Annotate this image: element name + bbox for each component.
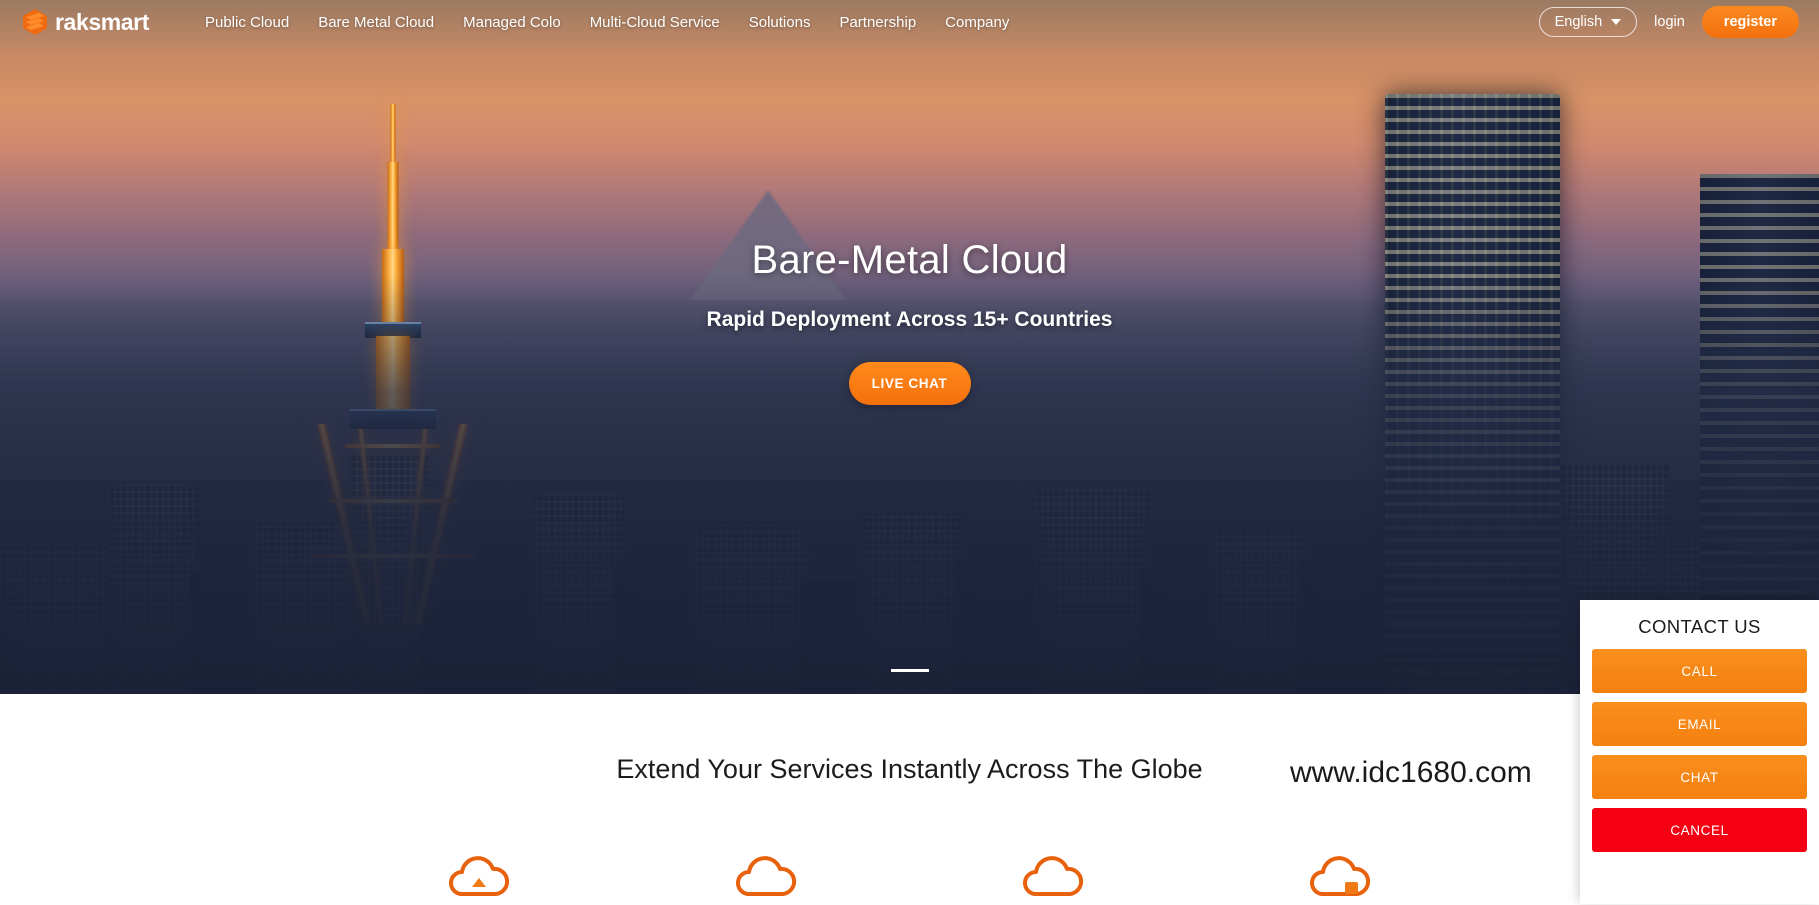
primary-nav: Public Cloud Bare Metal Cloud Managed Co… [205, 14, 1009, 31]
login-link[interactable]: login [1654, 14, 1685, 30]
carousel-indicators[interactable] [890, 669, 929, 672]
register-button[interactable]: register [1701, 6, 1799, 38]
contact-chat-button[interactable]: CHAT [1592, 755, 1807, 799]
top-navigation-bar: raksmart Public Cloud Bare Metal Cloud M… [0, 0, 1819, 44]
contact-email-button[interactable]: EMAIL [1592, 702, 1807, 746]
cloud-icon [1022, 854, 1084, 900]
nav-item-bare-metal-cloud[interactable]: Bare Metal Cloud [318, 14, 434, 31]
site-watermark: www.idc1680.com [1290, 756, 1532, 789]
hero-banner: Bare-Metal Cloud Rapid Deployment Across… [0, 0, 1819, 694]
live-chat-button[interactable]: LIVE CHAT [848, 362, 971, 405]
features-section: Extend Your Services Instantly Across Th… [0, 694, 1819, 904]
hero-title: Bare-Metal Cloud [751, 238, 1068, 282]
cloud-icon [735, 854, 797, 900]
nav-item-public-cloud[interactable]: Public Cloud [205, 14, 289, 31]
feature-icon-row [0, 854, 1819, 900]
contact-call-button[interactable]: CALL [1592, 649, 1807, 693]
language-selector[interactable]: English [1538, 7, 1638, 37]
cloud-lock-icon [1309, 854, 1371, 900]
logo-text: raksmart [55, 8, 149, 35]
section-heading: Extend Your Services Instantly Across Th… [616, 754, 1203, 784]
nav-item-managed-colo[interactable]: Managed Colo [463, 14, 561, 31]
nav-item-partnership[interactable]: Partnership [839, 14, 916, 31]
cloud-upload-icon [448, 854, 510, 900]
raksmart-hexagon-logo-icon [22, 8, 48, 36]
carousel-dot-1[interactable] [890, 669, 929, 672]
nav-item-multi-cloud-service[interactable]: Multi-Cloud Service [590, 14, 720, 31]
hero-subtitle: Rapid Deployment Across 15+ Countries [706, 308, 1113, 331]
language-selector-value: English [1554, 14, 1603, 30]
nav-item-solutions[interactable]: Solutions [749, 14, 811, 31]
contact-cancel-button[interactable]: CANCEL [1592, 808, 1807, 852]
contact-us-panel: CONTACT US CALL EMAIL CHAT CANCEL [1580, 600, 1819, 904]
nav-item-company[interactable]: Company [945, 14, 1009, 31]
nav-right-group: English login register [1538, 6, 1799, 38]
contact-panel-title: CONTACT US [1638, 616, 1761, 637]
chevron-down-icon [1611, 19, 1622, 25]
site-logo[interactable]: raksmart [22, 8, 149, 36]
